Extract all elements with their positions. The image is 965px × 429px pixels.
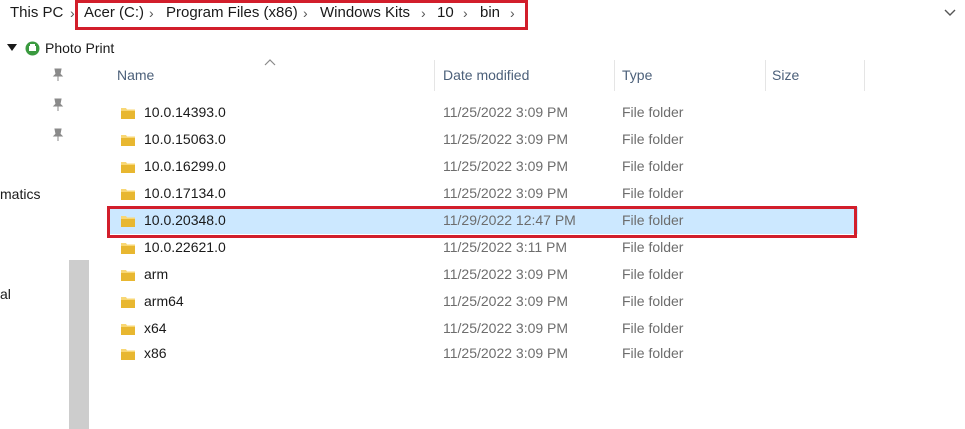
- folder-icon: [121, 297, 135, 308]
- file-date: 11/25/2022 3:09 PM: [443, 104, 569, 120]
- navigation-pane: matics al: [0, 62, 90, 429]
- column-header-size[interactable]: Size: [772, 60, 799, 91]
- folder-icon: [121, 349, 135, 360]
- file-name: 10.0.16299.0: [144, 158, 226, 174]
- folder-icon: [121, 162, 135, 173]
- file-date: 11/25/2022 3:09 PM: [443, 185, 569, 201]
- highlight-box: [107, 206, 857, 238]
- table-row[interactable]: x64 11/25/2022 3:09 PM File folder: [110, 315, 858, 342]
- file-date: 11/25/2022 3:09 PM: [443, 293, 569, 309]
- quick-access-row[interactable]: Photo Print: [0, 38, 965, 62]
- breadcrumb-separator-icon[interactable]: ›: [70, 4, 75, 22]
- pin-icon[interactable]: [52, 128, 64, 142]
- table-row[interactable]: 10.0.16299.0 11/25/2022 3:09 PM File fol…: [110, 153, 858, 180]
- sort-ascending-icon: [264, 59, 276, 66]
- folder-icon: [121, 243, 135, 254]
- file-type: File folder: [622, 345, 684, 361]
- file-type: File folder: [622, 320, 684, 336]
- folder-icon: [121, 324, 135, 335]
- pin-icon[interactable]: [52, 68, 64, 82]
- file-type: File folder: [622, 293, 684, 309]
- file-type: File folder: [622, 131, 684, 147]
- file-date: 11/25/2022 3:09 PM: [443, 131, 569, 147]
- column-divider[interactable]: [864, 60, 865, 91]
- highlight-box: [75, 0, 528, 30]
- column-header-type[interactable]: Type: [622, 60, 652, 91]
- expand-arrow-icon[interactable]: [7, 44, 17, 52]
- photo-print-icon: [25, 41, 40, 56]
- file-type: File folder: [622, 266, 684, 282]
- file-name: x86: [144, 345, 167, 361]
- column-header-name[interactable]: Name: [117, 60, 154, 91]
- pin-icon[interactable]: [52, 98, 64, 112]
- file-name: arm: [144, 266, 169, 282]
- file-type: File folder: [622, 104, 684, 120]
- nav-item-label[interactable]: al: [0, 286, 11, 302]
- quick-access-label[interactable]: Photo Print: [45, 40, 114, 56]
- table-row[interactable]: arm 11/25/2022 3:09 PM File folder: [110, 261, 858, 288]
- file-date: 11/25/2022 3:09 PM: [443, 320, 569, 336]
- table-row[interactable]: 10.0.14393.0 11/25/2022 3:09 PM File fol…: [110, 99, 858, 126]
- file-date: 11/25/2022 3:09 PM: [443, 266, 569, 282]
- file-type: File folder: [622, 239, 684, 255]
- file-date: 11/25/2022 3:09 PM: [443, 345, 569, 361]
- folder-icon: [121, 108, 135, 119]
- folder-icon: [121, 270, 135, 281]
- nav-scrollbar-thumb[interactable]: [69, 260, 89, 429]
- file-date: 11/25/2022 3:11 PM: [443, 239, 568, 255]
- address-bar[interactable]: This PC › Acer (C:) › Program Files (x86…: [0, 0, 965, 32]
- table-row[interactable]: arm64 11/25/2022 3:09 PM File folder: [110, 288, 858, 315]
- column-header-date[interactable]: Date modified: [443, 60, 529, 91]
- file-name: 10.0.17134.0: [144, 185, 226, 201]
- table-row[interactable]: 10.0.17134.0 11/25/2022 3:09 PM File fol…: [110, 180, 858, 207]
- file-name: 10.0.14393.0: [144, 104, 226, 120]
- nav-item-label[interactable]: matics: [0, 186, 40, 202]
- column-divider[interactable]: [614, 60, 615, 91]
- table-row[interactable]: x86 11/25/2022 3:09 PM File folder: [110, 340, 858, 367]
- folder-icon: [121, 189, 135, 200]
- chevron-down-icon[interactable]: [943, 6, 957, 20]
- file-type: File folder: [622, 158, 684, 174]
- table-row[interactable]: 10.0.22621.0 11/25/2022 3:11 PM File fol…: [110, 234, 858, 261]
- file-name: 10.0.22621.0: [144, 239, 226, 255]
- column-divider[interactable]: [765, 60, 766, 91]
- table-row[interactable]: 10.0.15063.0 11/25/2022 3:09 PM File fol…: [110, 126, 858, 153]
- file-name: 10.0.15063.0: [144, 131, 226, 147]
- folder-icon: [121, 135, 135, 146]
- file-date: 11/25/2022 3:09 PM: [443, 158, 569, 174]
- file-name: x64: [144, 320, 167, 336]
- column-divider[interactable]: [434, 60, 435, 91]
- file-name: arm64: [144, 293, 184, 309]
- file-type: File folder: [622, 185, 684, 201]
- breadcrumb-this-pc[interactable]: This PC: [10, 4, 63, 22]
